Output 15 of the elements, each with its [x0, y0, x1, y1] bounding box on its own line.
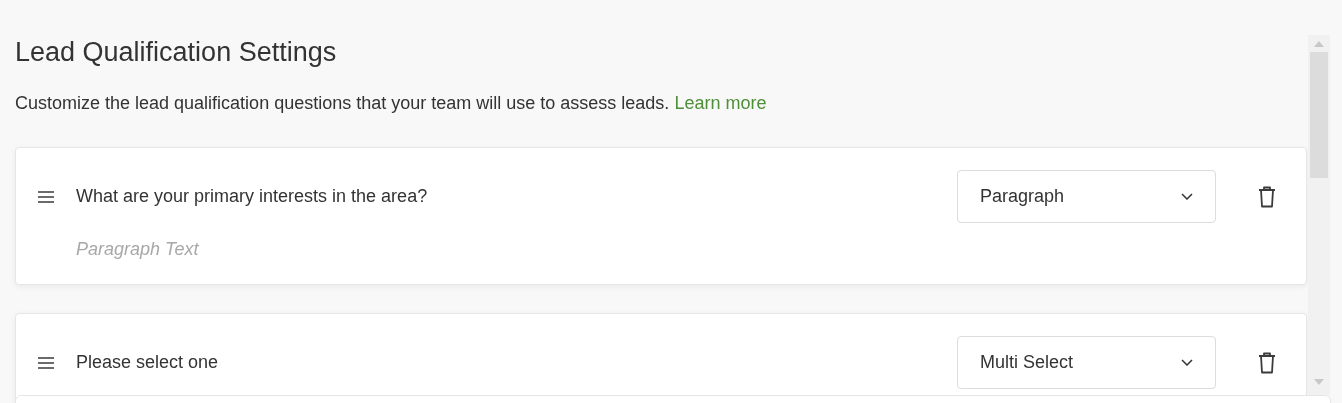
- question-text: Please select one: [76, 351, 220, 374]
- question-text: What are your primary interests in the area?: [76, 185, 429, 208]
- drag-handle-icon[interactable]: [38, 356, 54, 369]
- trash-icon[interactable]: [1258, 351, 1276, 374]
- question-type-dropdown[interactable]: Multi Select: [957, 336, 1216, 389]
- drag-handle-icon[interactable]: [38, 190, 54, 203]
- scrollbar[interactable]: [1308, 35, 1330, 395]
- chevron-down-icon: [1181, 359, 1193, 366]
- trash-icon[interactable]: [1258, 185, 1276, 208]
- question-type-dropdown[interactable]: Paragraph: [957, 170, 1216, 223]
- page-title: Lead Qualification Settings: [15, 36, 338, 69]
- learn-more-link[interactable]: Learn more: [674, 93, 767, 113]
- answer-field[interactable]: Paragraph Text: [76, 237, 476, 261]
- page-description: Customize the lead qualification questions that your team will use to assess leads. Learn more: [15, 92, 768, 115]
- chevron-down-icon: [1181, 193, 1193, 200]
